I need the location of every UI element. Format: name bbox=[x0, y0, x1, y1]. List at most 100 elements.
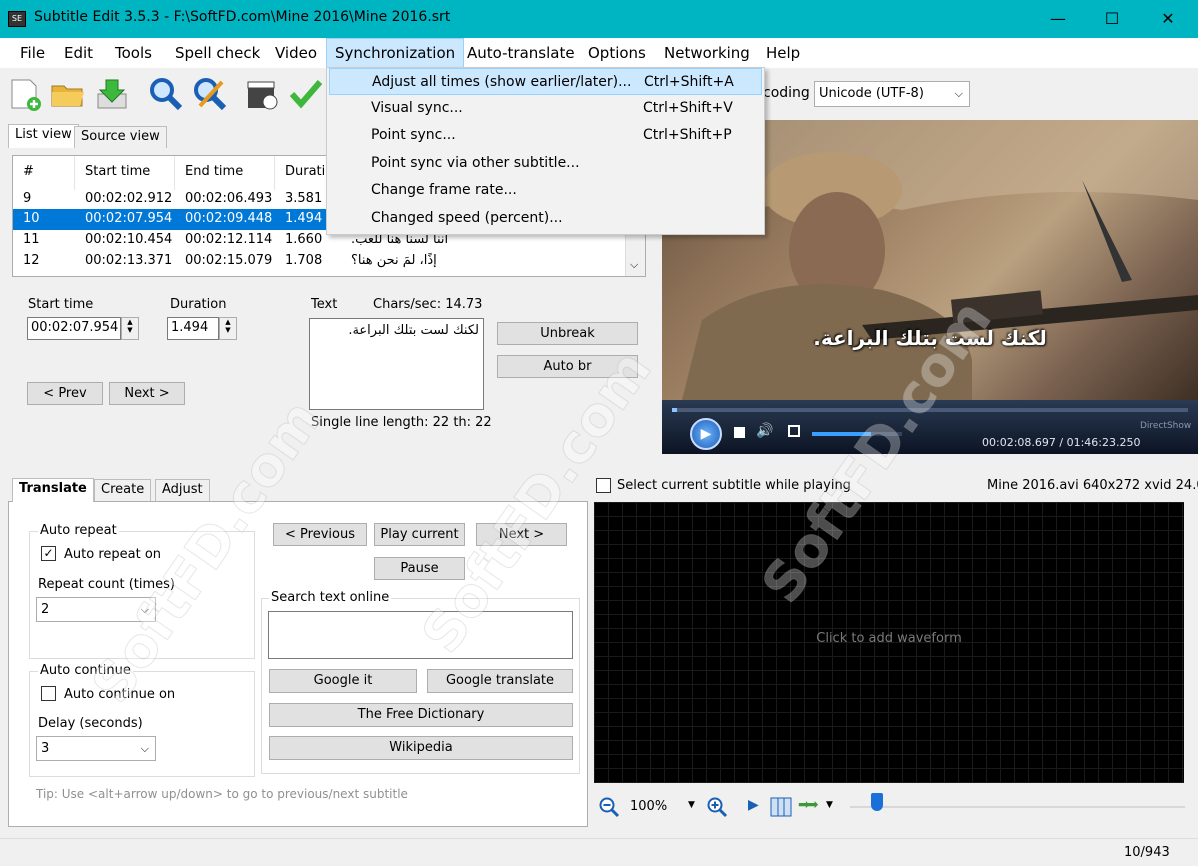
subtitle-text-input[interactable]: لكنك لست بتلك البراعة. bbox=[309, 318, 484, 410]
repeat-count-select[interactable]: 2 ⌵ bbox=[36, 597, 156, 622]
save-download-icon[interactable] bbox=[94, 76, 130, 112]
next-subtitle-button[interactable]: Next > bbox=[476, 523, 567, 546]
pause-button[interactable]: Pause bbox=[374, 557, 465, 580]
duration-input[interactable]: 1.494 bbox=[167, 317, 219, 340]
repeat-count-label: Repeat count (times) bbox=[38, 577, 175, 592]
checkmark-icon[interactable] bbox=[288, 76, 324, 112]
close-button[interactable]: ✕ bbox=[1140, 0, 1196, 38]
menu-help[interactable]: Help bbox=[758, 38, 808, 68]
previous-button[interactable]: < Previous bbox=[273, 523, 367, 546]
waveform-slider-thumb[interactable] bbox=[871, 793, 883, 811]
tab-adjust[interactable]: Adjust bbox=[155, 479, 210, 501]
replace-icon[interactable] bbox=[192, 76, 228, 112]
menu-item-label: Changed speed (percent)... bbox=[371, 210, 563, 226]
waveform-panel[interactable]: Click to add waveform bbox=[594, 502, 1184, 783]
cell-text: إذًا، لمَ نحن هنا؟ bbox=[351, 253, 437, 268]
menu-item-change-speed[interactable]: Changed speed (percent)... bbox=[329, 205, 762, 232]
menu-edit[interactable]: Edit bbox=[56, 38, 101, 68]
text-label: Text bbox=[311, 297, 338, 312]
forward-arrows-icon[interactable]: ➡➡ bbox=[798, 797, 819, 813]
fullscreen-icon[interactable] bbox=[788, 425, 800, 437]
auto-continue-checkbox[interactable] bbox=[41, 686, 56, 701]
menu-synchronization[interactable]: Synchronization bbox=[326, 38, 465, 68]
menu-spell-check[interactable]: Spell check bbox=[167, 38, 268, 68]
stop-button[interactable] bbox=[734, 427, 745, 438]
video-clapper-icon[interactable] bbox=[244, 76, 280, 112]
menu-item-point-sync[interactable]: Point sync... Ctrl+Shift+P bbox=[329, 122, 762, 149]
minimize-button[interactable]: — bbox=[1030, 0, 1086, 38]
find-icon[interactable] bbox=[148, 76, 184, 112]
menu-item-visual-sync[interactable]: Visual sync... Ctrl+Shift+V bbox=[329, 95, 762, 122]
play-button[interactable]: ▶ bbox=[690, 418, 722, 450]
column-header-number[interactable]: # bbox=[13, 156, 75, 190]
forward-dropdown-icon[interactable]: ▼ bbox=[826, 800, 833, 810]
auto-repeat-on-label: Auto repeat on bbox=[64, 547, 162, 562]
play-current-button[interactable]: Play current bbox=[374, 523, 465, 546]
search-text-input[interactable] bbox=[268, 611, 573, 659]
play-selection-icon[interactable]: ▶ bbox=[748, 797, 759, 813]
column-header-start[interactable]: Start time bbox=[75, 156, 175, 190]
zoom-dropdown-icon[interactable]: ▼ bbox=[688, 800, 695, 810]
menu-bar: File Edit Tools Spell check Video Synchr… bbox=[0, 38, 1198, 68]
app-icon: SE bbox=[8, 11, 26, 27]
volume-slider[interactable] bbox=[812, 432, 902, 436]
volume-icon[interactable]: 🔊 bbox=[756, 423, 773, 439]
menu-networking[interactable]: Networking bbox=[656, 38, 758, 68]
free-dictionary-button[interactable]: The Free Dictionary bbox=[269, 703, 573, 727]
tab-list-view[interactable]: List view bbox=[8, 124, 79, 148]
maximize-button[interactable]: ☐ bbox=[1084, 0, 1140, 38]
menu-tools[interactable]: Tools bbox=[107, 38, 160, 68]
column-header-end[interactable]: End time bbox=[175, 156, 275, 190]
start-time-input[interactable]: 00:02:07.954 bbox=[27, 317, 121, 340]
zoom-level[interactable]: 100% bbox=[630, 799, 667, 814]
menu-item-change-frame-rate[interactable]: Change frame rate... bbox=[329, 177, 762, 204]
scroll-down-icon[interactable]: ⌵ bbox=[630, 258, 638, 272]
auto-continue-title: Auto continue bbox=[38, 663, 133, 678]
cell-end: 00:02:15.079 bbox=[185, 253, 273, 268]
video-subtitle-overlay: لكنك لست بتلك البراعة. bbox=[813, 326, 1047, 350]
wikipedia-button[interactable]: Wikipedia bbox=[269, 736, 573, 760]
zoom-out-icon[interactable] bbox=[598, 796, 620, 818]
start-time-spinner[interactable]: ▲ ▼ bbox=[121, 317, 139, 340]
waveform-grid-icon[interactable] bbox=[770, 796, 792, 818]
new-file-icon[interactable] bbox=[6, 76, 42, 112]
auto-br-button[interactable]: Auto br bbox=[497, 355, 638, 378]
encoding-value: Unicode (UTF-8) bbox=[819, 86, 924, 101]
menu-file[interactable]: File bbox=[12, 38, 53, 68]
waveform-placeholder: Click to add waveform bbox=[816, 631, 962, 646]
search-online-title: Search text online bbox=[269, 590, 392, 605]
start-time-label: Start time bbox=[28, 297, 94, 312]
tab-source-view[interactable]: Source view bbox=[74, 126, 167, 148]
cell-number: 10 bbox=[23, 211, 40, 226]
volume-fill bbox=[812, 432, 871, 436]
duration-spinner[interactable]: ▲ ▼ bbox=[219, 317, 237, 340]
chevron-down-icon: ⌵ bbox=[140, 603, 149, 616]
select-current-label: Select current subtitle while playing bbox=[617, 478, 851, 493]
waveform-position-slider[interactable] bbox=[850, 806, 1185, 808]
auto-repeat-checkbox[interactable]: ✓ bbox=[41, 546, 56, 561]
video-seek-bar[interactable] bbox=[672, 408, 1188, 412]
menu-item-label: Adjust all times (show earlier/later)... bbox=[372, 74, 632, 90]
video-engine-label: DirectShow bbox=[1140, 421, 1192, 431]
menu-video[interactable]: Video bbox=[267, 38, 325, 68]
auto-repeat-title: Auto repeat bbox=[38, 523, 119, 538]
menu-item-adjust-all-times[interactable]: Adjust all times (show earlier/later)...… bbox=[329, 68, 762, 95]
video-seek-fill bbox=[672, 408, 678, 412]
google-translate-button[interactable]: Google translate bbox=[427, 669, 573, 693]
table-row[interactable]: 12 00:02:13.371 00:02:15.079 1.708 إذًا،… bbox=[13, 251, 623, 272]
delay-select[interactable]: 3 ⌵ bbox=[36, 736, 156, 761]
tab-translate[interactable]: Translate bbox=[12, 478, 94, 502]
zoom-in-icon[interactable] bbox=[706, 796, 728, 818]
encoding-select[interactable]: Unicode (UTF-8) ⌵ bbox=[814, 81, 970, 107]
select-current-checkbox[interactable] bbox=[596, 478, 611, 493]
tab-create[interactable]: Create bbox=[94, 479, 152, 501]
menu-options[interactable]: Options bbox=[580, 38, 654, 68]
unbreak-button[interactable]: Unbreak bbox=[497, 322, 638, 345]
delay-value: 3 bbox=[41, 741, 50, 756]
open-folder-icon[interactable] bbox=[50, 76, 86, 112]
menu-item-point-sync-other[interactable]: Point sync via other subtitle... bbox=[329, 150, 762, 177]
google-it-button[interactable]: Google it bbox=[269, 669, 417, 693]
next-button[interactable]: Next > bbox=[109, 382, 185, 405]
prev-button[interactable]: < Prev bbox=[27, 382, 103, 405]
menu-auto-translate[interactable]: Auto-translate bbox=[459, 38, 583, 68]
